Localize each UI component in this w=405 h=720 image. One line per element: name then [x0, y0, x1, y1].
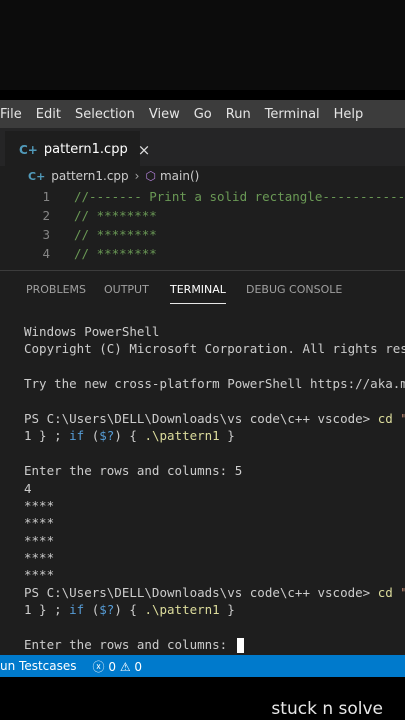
cpp-file-icon: C+ [19, 142, 38, 157]
star-row: **** [24, 497, 55, 513]
terminal-line: Enter the rows and columns: 5 [24, 462, 405, 479]
terminal-line: 4 [24, 480, 32, 496]
code-text: // ******** [74, 227, 157, 242]
watermark: stuck n solve [271, 699, 383, 719]
token: ) { [114, 602, 145, 618]
menu-edit[interactable]: Edit [29, 107, 68, 122]
code-line: 4 // ******** [0, 244, 405, 263]
menu-terminal[interactable]: Terminal [258, 107, 327, 122]
token: $? [99, 602, 115, 618]
breadcrumb: C+ pattern1.cpp › ⬡ main() [0, 166, 405, 186]
code-text: // ******** [74, 246, 157, 261]
terminal-command-continuation: 1 } ; if ($?) { .\pattern1 } [24, 601, 405, 618]
bottom-panel: PROBLEMS OUTPUT TERMINAL DEBUG CONSOLE W… [0, 270, 405, 656]
star-row: **** [24, 515, 55, 531]
tab-output[interactable]: OUTPUT [104, 283, 149, 296]
status-bar: un Testcases ⓧ 0 ⚠ 0 [0, 655, 405, 677]
cd-argument: "c [393, 585, 405, 600]
run-testcases-button[interactable]: un Testcases [0, 659, 77, 673]
terminal-line: Windows PowerShell [24, 324, 160, 339]
chevron-right-icon: › [134, 169, 140, 183]
token: .\pattern1 [144, 428, 220, 444]
terminal-command-continuation: 1 } ; if ($?) { .\pattern1 } [24, 427, 405, 444]
text-cursor [236, 638, 244, 654]
prompt-text: PS C:\Users\DELL\Downloads\vs code\c++ v… [24, 410, 378, 426]
code-line: 2 // ******** [0, 206, 405, 225]
menu-help[interactable]: Help [327, 107, 371, 122]
token: ( [84, 602, 100, 618]
menu-run[interactable]: Run [219, 107, 258, 122]
terminal-blank [24, 393, 405, 410]
token: if [69, 428, 85, 444]
token: $? [99, 428, 115, 444]
enter-prompt: Enter the rows and columns: [24, 463, 235, 479]
problems-indicator[interactable]: ⓧ 0 ⚠ 0 [93, 658, 143, 675]
tab-problems[interactable]: PROBLEMS [26, 283, 86, 296]
line-number: 1 [42, 189, 50, 204]
terminal-prompt-line: PS C:\Users\DELL\Downloads\vs code\c++ v… [24, 584, 405, 601]
terminal-blank [24, 358, 405, 375]
breadcrumb-file[interactable]: pattern1.cpp [51, 169, 128, 183]
warning-count: 0 [134, 659, 143, 674]
token: 1 } ; [24, 602, 70, 618]
cd-command: cd [377, 584, 393, 600]
star-row: **** [24, 532, 55, 548]
line-number: 4 [42, 246, 50, 261]
terminal-line: Try the new cross-platform PowerShell ht… [24, 376, 405, 392]
code-line: 1 //------- Print a solid rectangle------… [0, 187, 405, 206]
tab-debug-console[interactable]: DEBUG CONSOLE [246, 283, 342, 296]
warning-icon: ⚠ [119, 659, 131, 674]
token: } [219, 602, 235, 618]
terminal-input-line[interactable]: Enter the rows and columns: [24, 636, 405, 654]
token: 1 } ; [24, 428, 70, 444]
tab-pattern1[interactable]: C+ pattern1.cpp × [5, 131, 150, 167]
panel-tabs: PROBLEMS OUTPUT TERMINAL DEBUG CONSOLE [0, 271, 405, 309]
code-text: // ******** [74, 208, 157, 223]
code-lines[interactable]: 1 //------- Print a solid rectangle------… [0, 187, 405, 263]
menu-selection[interactable]: Selection [68, 107, 142, 122]
star-row: **** [24, 550, 55, 566]
terminal-blank [24, 445, 405, 462]
token: } [219, 428, 235, 444]
cd-command: cd [377, 410, 393, 426]
cpp-file-icon: C+ [28, 169, 46, 183]
error-icon: ⓧ [92, 659, 105, 674]
terminal-output[interactable]: Windows PowerShell Copyright (C) Microso… [24, 323, 405, 654]
star-row: **** [24, 567, 55, 583]
cd-argument: "c [393, 411, 405, 426]
error-count: 0 [108, 659, 116, 674]
method-icon: ⬡ [145, 169, 156, 183]
terminal-blank [24, 619, 405, 636]
editor-area: C+ pattern1.cpp × C+ pattern1.cpp › ⬡ ma… [0, 128, 405, 270]
enter-prompt: Enter the rows and columns: [24, 637, 235, 653]
token: if [69, 602, 85, 618]
menu-file[interactable]: File [0, 107, 29, 122]
code-line: 3 // ******** [0, 225, 405, 244]
close-icon[interactable]: × [138, 141, 151, 159]
user-input: 5 [234, 463, 243, 479]
terminal-prompt-line: PS C:\Users\DELL\Downloads\vs code\c++ v… [24, 410, 405, 427]
breadcrumb-symbol[interactable]: main() [160, 169, 199, 183]
video-top-bar [0, 0, 405, 90]
token: ) { [114, 428, 145, 444]
line-number: 3 [42, 227, 50, 242]
code-text: //------- Print a solid rectangle-------… [74, 189, 405, 204]
terminal-line: Copyright (C) Microsoft Corporation. All… [24, 341, 405, 357]
token: .\pattern1 [144, 602, 220, 618]
line-number: 2 [42, 208, 50, 223]
editor-tab-bar: C+ pattern1.cpp × [0, 128, 405, 167]
token: ( [84, 428, 100, 444]
prompt-text: PS C:\Users\DELL\Downloads\vs code\c++ v… [24, 584, 378, 600]
menu-bar: File Edit Selection View Go Run Terminal… [0, 100, 405, 128]
menu-view[interactable]: View [142, 107, 187, 122]
menu-go[interactable]: Go [187, 107, 219, 122]
tab-terminal[interactable]: TERMINAL [170, 283, 226, 304]
tab-label: pattern1.cpp [43, 142, 128, 157]
